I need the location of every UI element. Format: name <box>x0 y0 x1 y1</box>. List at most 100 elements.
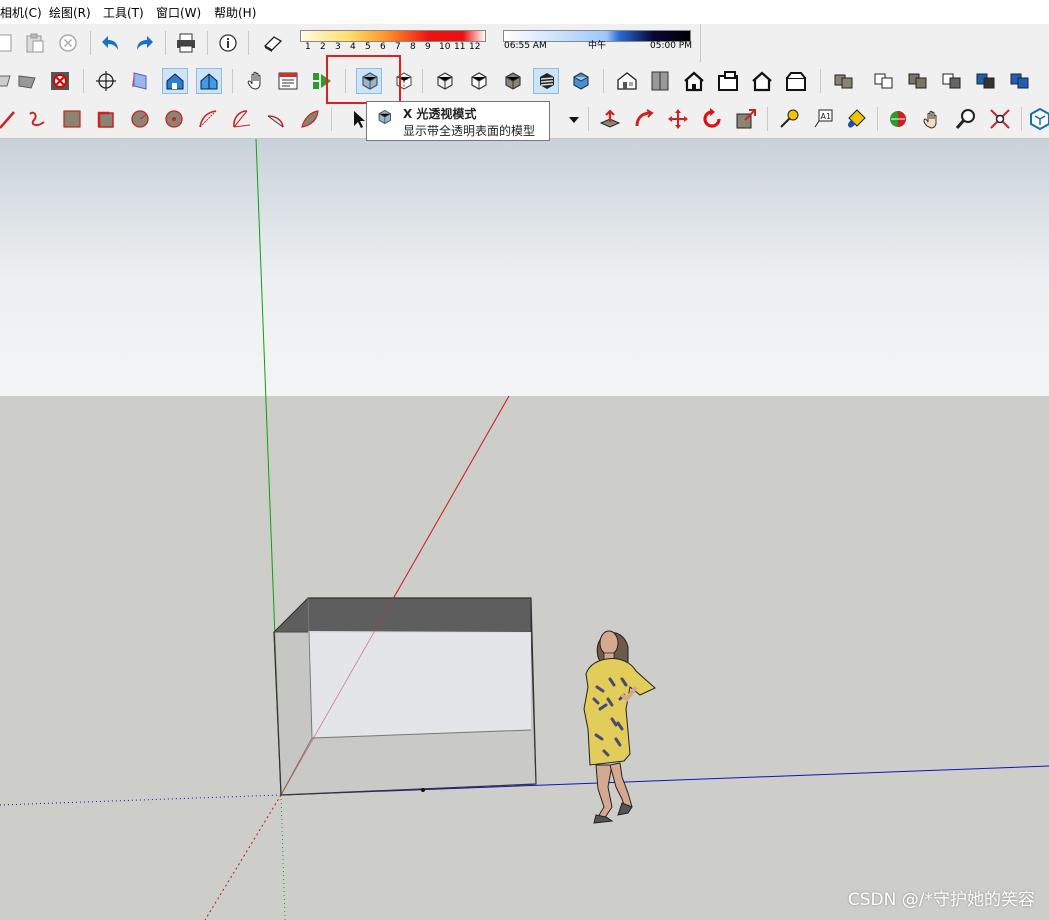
menu-help[interactable]: 帮助(H) <box>214 6 256 20</box>
menu-tools[interactable]: 工具(T) <box>103 6 144 20</box>
section-cut-button[interactable] <box>47 68 73 94</box>
highlight-frame <box>326 55 401 104</box>
scene-icon <box>278 72 298 90</box>
right-view-button[interactable] <box>715 68 741 94</box>
top-view-button[interactable] <box>647 68 673 94</box>
back-view-button[interactable] <box>749 68 775 94</box>
pan-button[interactable] <box>919 106 945 132</box>
arc-button[interactable] <box>195 106 221 132</box>
paste-icon <box>26 33 44 53</box>
two-point-arc-button[interactable] <box>297 106 323 132</box>
paint-button[interactable] <box>843 106 869 132</box>
text-button[interactable]: A1 <box>810 106 836 132</box>
section-display-button[interactable] <box>14 68 40 94</box>
hand-button[interactable] <box>243 68 269 94</box>
push-pull-icon <box>599 109 621 128</box>
print-button[interactable] <box>173 30 199 56</box>
month-tick: 9 <box>425 42 431 52</box>
undo-icon <box>102 36 118 50</box>
tooltip-title: X 光透视模式 <box>403 107 477 121</box>
three-point-arc-button[interactable] <box>263 106 289 132</box>
freehand-icon <box>29 111 45 127</box>
copy-icon <box>0 34 12 52</box>
monochrome-button[interactable] <box>567 68 593 94</box>
zoom-icon <box>955 109 975 129</box>
shadow-month-slider[interactable] <box>300 30 486 42</box>
walk-button[interactable] <box>885 106 911 132</box>
shaded-texture-button[interactable] <box>533 68 559 94</box>
freehand-button[interactable] <box>25 106 51 132</box>
xray-box-icon <box>132 72 147 90</box>
rotated-rect-button[interactable] <box>93 106 119 132</box>
push-pull-button[interactable] <box>597 106 623 132</box>
house-view2-button[interactable] <box>196 68 222 94</box>
wireframe-button[interactable] <box>431 68 457 94</box>
month-tick: 8 <box>410 42 416 52</box>
time-start-label: 06:55 AM <box>504 41 547 51</box>
shadows-icon <box>263 36 283 52</box>
copy-button[interactable] <box>0 30 22 56</box>
xray-box-button[interactable] <box>128 68 154 94</box>
zoom-extents-button[interactable] <box>987 106 1013 132</box>
model-info-button[interactable] <box>215 30 241 56</box>
back-view-icon <box>752 71 772 92</box>
house-view-button[interactable] <box>162 68 188 94</box>
hand-icon <box>247 71 261 90</box>
month-tick: 5 <box>365 42 371 52</box>
warehouse-icon <box>1030 108 1049 130</box>
scale-icon <box>736 109 756 129</box>
three-point-arc-icon <box>267 115 284 128</box>
tooltip: X 光透视模式 显示带全透明表面的模型 <box>366 101 550 141</box>
left-view-icon <box>786 72 806 91</box>
outliner-button[interactable] <box>871 68 897 94</box>
shaded-button[interactable] <box>499 68 525 94</box>
paste-button[interactable] <box>22 30 48 56</box>
redo-icon <box>137 36 153 50</box>
pie-button[interactable] <box>229 106 255 132</box>
house-view2-icon <box>200 73 218 90</box>
rectangle-button[interactable] <box>59 106 85 132</box>
xray-mode-icon <box>378 109 392 125</box>
hidden-line-button[interactable] <box>465 68 491 94</box>
left-view-button[interactable] <box>783 68 809 94</box>
zoom-extents-icon <box>990 109 1010 129</box>
scene-button[interactable] <box>275 68 301 94</box>
layers-button[interactable] <box>905 68 931 94</box>
menu-camera[interactable]: 相机(C) <box>0 6 42 20</box>
rotate-button[interactable] <box>699 106 725 132</box>
follow-me-button[interactable] <box>631 106 657 132</box>
model-canvas[interactable] <box>0 139 1049 920</box>
inference-point <box>421 788 425 792</box>
move-button[interactable] <box>665 106 691 132</box>
month-tick: 6 <box>380 42 386 52</box>
watermark: CSDN @/*守护她的笑容 <box>847 890 1035 910</box>
erase-button[interactable] <box>55 30 81 56</box>
iso-view-icon <box>617 72 637 90</box>
styles-button[interactable] <box>973 68 999 94</box>
shadows-button[interactable] <box>260 30 286 56</box>
dropdown-button[interactable] <box>561 106 587 132</box>
model-viewport[interactable] <box>0 139 1049 920</box>
iso-view-button[interactable] <box>614 68 640 94</box>
front-view-button[interactable] <box>681 68 707 94</box>
menu-draw[interactable]: 绘图(R) <box>49 6 91 20</box>
materials-button[interactable] <box>939 68 965 94</box>
tape-button[interactable] <box>776 106 802 132</box>
print-icon <box>177 33 195 53</box>
shaded-icon <box>505 72 521 90</box>
warehouse-button[interactable] <box>1027 106 1049 132</box>
month-tick: 4 <box>350 42 356 52</box>
orbit-button[interactable] <box>93 68 119 94</box>
undo-button[interactable] <box>98 30 124 56</box>
pencil-button[interactable] <box>0 106 20 132</box>
month-tick: 7 <box>395 42 401 52</box>
menu-window[interactable]: 窗口(W) <box>156 6 201 20</box>
redo-button[interactable] <box>131 30 157 56</box>
circle-button[interactable] <box>127 106 153 132</box>
zoom-button[interactable] <box>953 106 979 132</box>
scale-button[interactable] <box>733 106 759 132</box>
polygon-button[interactable] <box>161 106 187 132</box>
component-button[interactable] <box>831 68 857 94</box>
fog-button[interactable] <box>1007 68 1033 94</box>
follow-me-icon <box>635 109 654 127</box>
